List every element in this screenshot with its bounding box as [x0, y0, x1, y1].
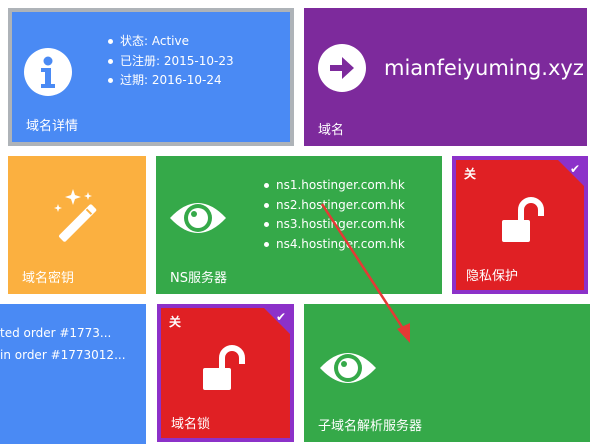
unlock-icon [203, 345, 245, 390]
ns-server-item: ns2.hostinger.com.hk [262, 196, 405, 216]
info-icon [24, 48, 72, 96]
ns-server-list: ns1.hostinger.com.hk ns2.hostinger.com.h… [262, 176, 405, 254]
domain-status-list: 状态: Active 已注册: 2015-10-23 过期: 2016-10-2… [106, 32, 234, 91]
arrow-right-icon [318, 44, 366, 92]
orders-tile[interactable]: ted order #1773... in order #1773012... [0, 304, 146, 444]
domain-details-label: 域名详情 [26, 119, 79, 134]
status-item: 状态: Active [106, 32, 234, 52]
ns-servers-tile[interactable]: ns1.hostinger.com.hk ns2.hostinger.com.h… [156, 156, 442, 294]
check-icon: ✔ [569, 162, 580, 176]
check-icon: ✔ [275, 310, 286, 324]
privacy-protection-tile[interactable]: 关 ✔ 隐私保护 [452, 156, 588, 294]
domain-name-tile[interactable]: mianfeiyuming.xyz 域名 [304, 8, 587, 146]
domain-details-tile[interactable]: 状态: Active 已注册: 2015-10-23 过期: 2016-10-2… [8, 8, 294, 146]
unlock-icon [502, 197, 544, 242]
subdomain-dns-tile[interactable]: 子域名解析服务器 [304, 304, 590, 442]
eye-icon [170, 203, 226, 233]
eye-icon [320, 353, 376, 383]
domain-key-label: 域名密钥 [22, 271, 75, 286]
domain-key-tile[interactable]: 域名密钥 [8, 156, 146, 294]
ns-server-item: ns1.hostinger.com.hk [262, 176, 405, 196]
magic-wand-icon [54, 189, 97, 242]
domain-lock-toggle-state: 关 [169, 315, 182, 329]
domain-name-value: mianfeiyuming.xyz [384, 56, 584, 80]
ns-servers-label: NS服务器 [170, 271, 227, 286]
privacy-toggle-state: 关 [464, 167, 477, 181]
registered-date-item: 已注册: 2015-10-23 [106, 52, 234, 72]
subdomain-dns-label: 子域名解析服务器 [318, 419, 423, 434]
privacy-protection-label: 隐私保护 [466, 269, 519, 284]
order-line: ted order #1773... [0, 326, 112, 340]
domain-lock-label: 域名锁 [171, 417, 211, 432]
ns-server-item: ns3.hostinger.com.hk [262, 215, 405, 235]
domain-lock-tile[interactable]: 关 ✔ 域名锁 [157, 304, 294, 442]
ns-server-item: ns4.hostinger.com.hk [262, 235, 405, 255]
order-line: in order #1773012... [0, 348, 126, 362]
domain-name-label: 域名 [318, 123, 345, 138]
expiry-date-item: 过期: 2016-10-24 [106, 71, 234, 91]
